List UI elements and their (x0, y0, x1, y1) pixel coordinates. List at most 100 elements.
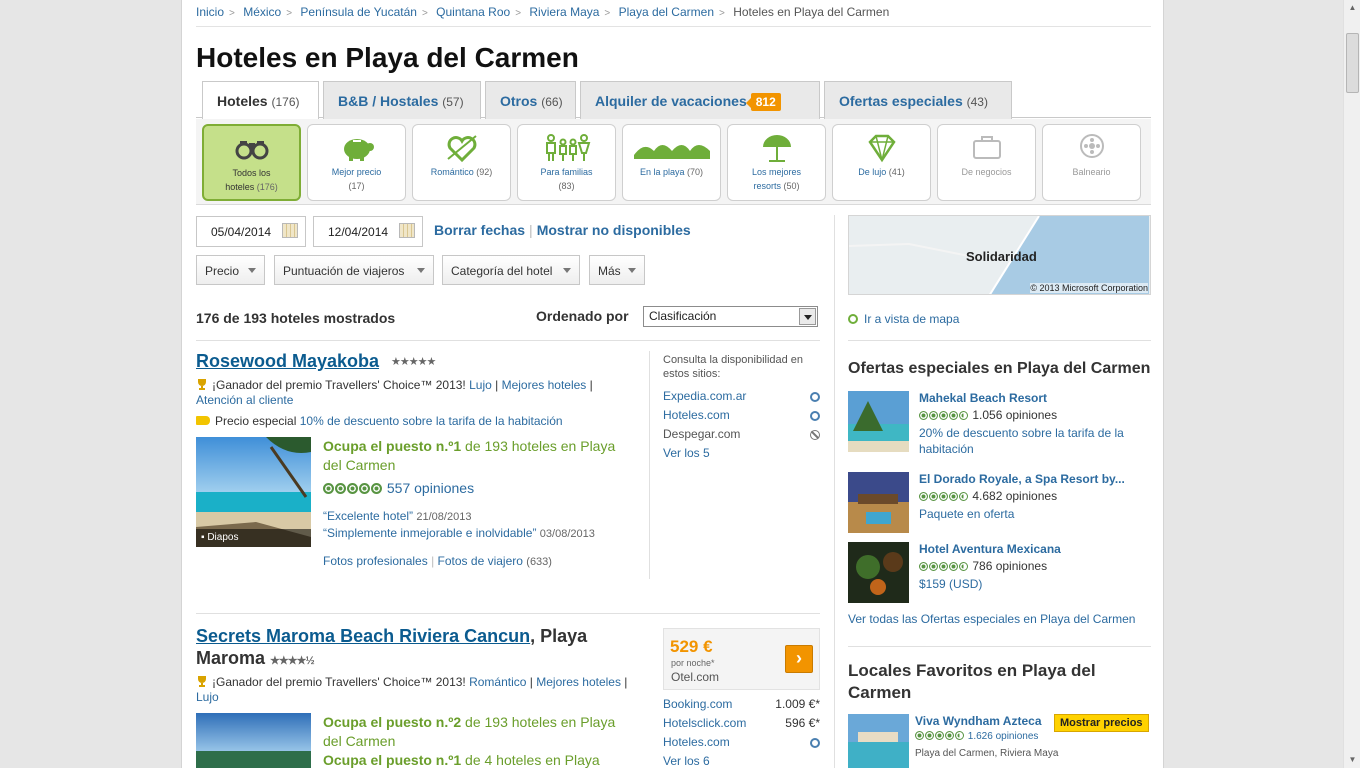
provider-name: Otel.com (671, 670, 720, 684)
chevron-down-icon (563, 268, 571, 277)
chevron-right-icon[interactable]: › (785, 645, 813, 673)
slideshow-label[interactable]: ▪ Diapos (201, 532, 238, 543)
special-price-link[interactable]: 10% de descuento sobre la tarifa de la h… (300, 414, 563, 428)
category-playa[interactable]: En la playa (70) (622, 124, 721, 201)
tab-ofertas[interactable]: Ofertas especiales (43) (824, 81, 1012, 119)
category-todos[interactable]: Todos los hoteles (176) (202, 124, 301, 201)
site-row[interactable]: Expedia.com.ar (663, 389, 820, 408)
site-row[interactable]: Hoteles.com (663, 408, 820, 427)
dropdown-arrow-icon[interactable] (799, 308, 816, 325)
divider (649, 351, 650, 579)
award-link-romantico[interactable]: Romántico (469, 675, 526, 689)
local-hotel-link[interactable]: Viva Wyndham Azteca (915, 714, 1042, 728)
special-price-line: Precio especial 10% de descuento sobre l… (196, 414, 636, 429)
breadcrumb: Inicio > México > Península de Yucatán > Qu… (196, 5, 1151, 27)
category-strip: Todos los hoteles (176) Mejor precio (17) … (196, 119, 1151, 205)
local-item: Viva Wyndham Azteca 1.626 opiniones Play… (848, 714, 1151, 768)
locals-heading: Locales Favoritos en Playa del Carmen (848, 661, 1096, 702)
deal-rating: 1.056 opiniones (919, 408, 1057, 423)
divider (196, 340, 820, 341)
hotel-name-link[interactable]: Secrets Maroma Beach Riviera Cancun (196, 626, 530, 646)
deal-hotel-link[interactable]: Hotel Aventura Mexicana (919, 542, 1061, 556)
search-icon (810, 411, 820, 421)
deal-hotel-link[interactable]: El Dorado Royale, a Spa Resort by... (919, 472, 1125, 486)
trophy-icon (196, 675, 208, 687)
local-photo[interactable] (848, 714, 909, 768)
map-copyright: © 2013 Microsoft Corporation (1030, 283, 1148, 293)
deal-rating: 4.682 opiniones (919, 489, 1057, 504)
scroll-up-icon[interactable]: ▲ (1347, 2, 1358, 14)
deal-item: El Dorado Royale, a Spa Resort by... 4.6… (848, 472, 1151, 533)
award-link-mejores[interactable]: Mejores hoteles (502, 378, 587, 392)
category-romantico[interactable]: Romántico (92) (412, 124, 511, 201)
calendar-icon[interactable] (282, 223, 298, 238)
chevron-down-icon (417, 268, 425, 277)
checkin-date-input[interactable]: 05/04/2014 (196, 216, 306, 247)
filter-puntuacion[interactable]: Puntuación de viajeros (274, 255, 434, 285)
breadcrumb-peninsula[interactable]: Península de Yucatán (300, 5, 417, 19)
award-link-atencion[interactable]: Atención al cliente (196, 393, 293, 407)
scroll-down-icon[interactable]: ▼ (1347, 754, 1358, 766)
filter-categoria[interactable]: Categoría del hotel (442, 255, 580, 285)
show-prices-button[interactable]: Mostrar precios (1054, 714, 1149, 732)
category-mejor-precio[interactable]: Mejor precio (17) (307, 124, 406, 201)
see-more-sites[interactable]: Ver los 6 (663, 754, 820, 768)
map-view-row: Ir a vista de mapa (848, 312, 959, 326)
best-price-box: 529 € por noche* Otel.com › (663, 628, 820, 690)
award-line: ¡Ganador del premio Travellers' Choice™ … (196, 378, 593, 407)
breadcrumb-inicio[interactable]: Inicio (196, 5, 224, 19)
breadcrumb-riviera-maya[interactable]: Riviera Maya (529, 5, 599, 19)
deal-info-link[interactable]: 20% de descuento sobre la tarifa de la h… (919, 425, 1151, 457)
reviews-link[interactable]: 557 opiniones (387, 480, 474, 496)
filter-precio[interactable]: Precio (196, 255, 265, 285)
site-row[interactable]: Booking.com 1.009 €* (663, 697, 820, 716)
see-more-sites[interactable]: Ver los 5 (663, 446, 820, 465)
sort-select[interactable]: Clasificación (643, 306, 818, 327)
heart-arrow-icon (413, 125, 510, 165)
tab-hoteles[interactable]: Hoteles (176) (202, 81, 319, 120)
hotel-name-link[interactable]: Rosewood Mayakoba (196, 351, 379, 372)
review-quote-link[interactable]: “Simplemente inmejorable e inolvidable” (323, 526, 536, 540)
category-familias[interactable]: Para familias (83) (517, 124, 616, 201)
hotel-photo[interactable]: ▪ Diapos (196, 437, 311, 547)
site-row[interactable]: Hoteles.com (663, 735, 820, 754)
breadcrumb-playa-del-carmen[interactable]: Playa del Carmen (619, 5, 714, 19)
tab-otros[interactable]: Otros (66) (485, 81, 576, 119)
hotel-photo[interactable] (196, 713, 311, 768)
map-view-link[interactable]: Ir a vista de mapa (864, 312, 959, 326)
category-balneario: Balneario (1042, 124, 1141, 201)
award-link-lujo[interactable]: Lujo (469, 378, 492, 392)
binoculars-icon (204, 126, 299, 166)
review-quote-link[interactable]: “Excelente hotel” (323, 509, 413, 523)
breadcrumb-quintana-roo[interactable]: Quintana Roo (436, 5, 510, 19)
deal-info-link[interactable]: Paquete en oferta (919, 506, 1151, 522)
see-all-deals-link[interactable]: Ver todas las Ofertas especiales en Play… (848, 612, 1135, 626)
traveler-photos-link[interactable]: Fotos de viajero (438, 554, 523, 568)
award-line: ¡Ganador del premio Travellers' Choice™ … (196, 675, 628, 704)
site-row[interactable]: Hotelsclick.com 596 €* (663, 716, 820, 735)
award-link-mejores[interactable]: Mejores hoteles (536, 675, 621, 689)
deal-photo[interactable] (848, 542, 909, 603)
deal-photo[interactable] (848, 472, 909, 533)
calendar-icon[interactable] (399, 223, 415, 238)
page-scrollbar[interactable]: ▲ ▼ (1343, 0, 1360, 768)
breadcrumb-current: Hoteles en Playa del Carmen (733, 5, 890, 19)
tab-bb-hostales[interactable]: B&B / Hostales (57) (323, 81, 481, 119)
pro-photos-link[interactable]: Fotos profesionales (323, 554, 428, 568)
deal-photo[interactable] (848, 391, 909, 452)
per-night-label: por noche* (671, 658, 715, 668)
tab-alquiler[interactable]: Alquiler de vacaciones 812 (580, 81, 820, 119)
show-unavailable-link[interactable]: Mostrar no disponibles (537, 222, 691, 238)
category-resorts[interactable]: Los mejores resorts (50) (727, 124, 826, 201)
deal-info-link[interactable]: $159 (USD) (919, 576, 1151, 592)
map-thumbnail[interactable]: Solidaridad © 2013 Microsoft Corporation (848, 215, 1151, 295)
checkout-date-input[interactable]: 12/04/2014 (313, 216, 423, 247)
deal-hotel-link[interactable]: Mahekal Beach Resort (919, 391, 1047, 405)
filter-mas[interactable]: Más (589, 255, 645, 285)
award-link-lujo[interactable]: Lujo (196, 690, 219, 704)
breadcrumb-mexico[interactable]: México (243, 5, 281, 19)
scrollbar-thumb[interactable] (1346, 33, 1359, 93)
clear-dates-link[interactable]: Borrar fechas (434, 222, 525, 238)
category-lujo[interactable]: De lujo (41) (832, 124, 931, 201)
deal-item: Mahekal Beach Resort 1.056 opiniones 20%… (848, 391, 1151, 456)
